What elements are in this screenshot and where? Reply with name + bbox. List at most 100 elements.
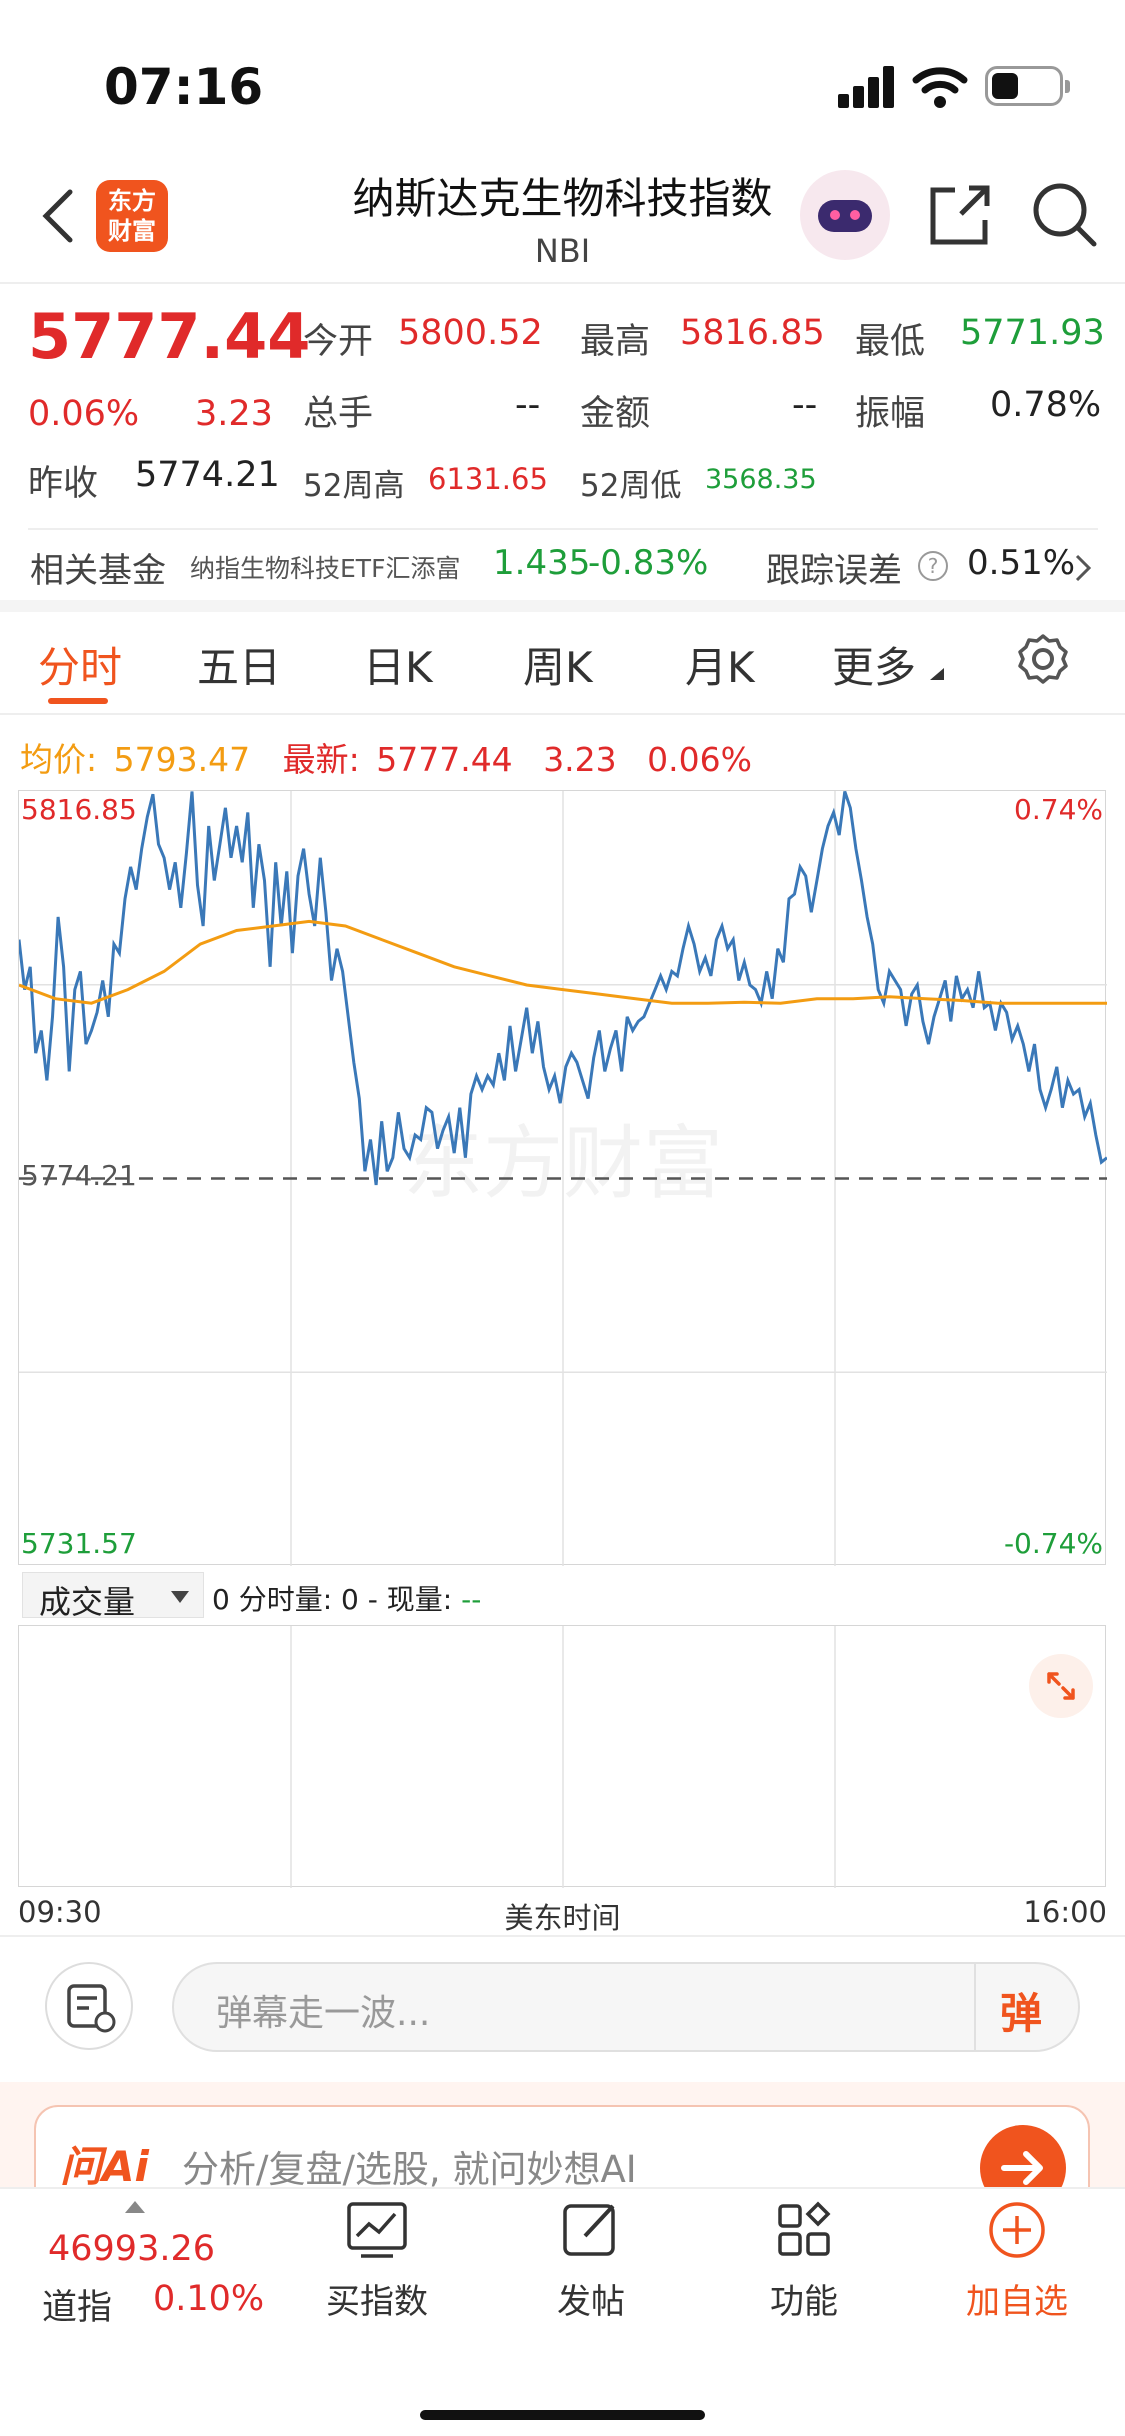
wk52-high-label: 52周高 <box>303 468 405 504</box>
tab-weekly-k[interactable]: 周K <box>523 634 593 695</box>
chart-legend: 均价: 5793.47 最新: 5777.44 3.23 0.06% <box>20 733 752 781</box>
add-circle-icon <box>989 2202 1045 2258</box>
high-label: 最高 <box>580 322 651 362</box>
header-divider <box>0 282 1125 284</box>
intraday-chart-svg: 东方财富 <box>19 791 1107 1566</box>
volume-info: 0 分时量: 0 - 现量: -- <box>212 1578 481 1618</box>
danmu-placeholder: 弹幕走一波... <box>216 1993 431 2034</box>
ai-brand-logo: 问Ai <box>60 2142 149 2191</box>
x-axis-end: 16:00 <box>1023 1895 1107 1929</box>
wk52-high-value: 6131.65 <box>428 462 548 496</box>
intraday-chart[interactable]: 东方财富 5816.85 0.74% 5774.21 5731.57 -0.74… <box>18 790 1107 1566</box>
tracking-error-label: 跟踪误差 <box>766 551 902 591</box>
chart-bottom-divider <box>0 1935 1125 1937</box>
y-axis-bottom-right: -0.74% <box>1003 1527 1103 1560</box>
amplitude-value: 0.78% <box>990 385 1102 425</box>
grid-apps-icon <box>778 2201 831 2256</box>
dow-index-value: 46993.26 <box>48 2229 216 2269</box>
volume-info-value: -- <box>461 1583 482 1616</box>
chevron-right-icon <box>1075 554 1092 582</box>
section-gap <box>0 600 1125 612</box>
post-button[interactable]: 发帖 <box>521 2200 661 2323</box>
related-fund-price: 1.435 <box>493 543 591 583</box>
y-axis-mid-left: 5774.21 <box>21 1159 137 1192</box>
tab-monthly-k[interactable]: 月K <box>685 634 755 695</box>
danmu-input[interactable]: 弹幕走一波... 弹 <box>172 1962 1080 2052</box>
change-value: 3.23 <box>195 394 273 434</box>
caret-up-icon <box>125 2201 145 2213</box>
dropdown-arrow-icon <box>171 1591 189 1603</box>
wk52-low-value: 3568.35 <box>705 464 817 495</box>
open-value: 5800.52 <box>398 313 543 353</box>
post-label: 发帖 <box>557 2282 625 2322</box>
add-watchlist-label: 加自选 <box>966 2282 1068 2322</box>
edit-post-icon <box>563 2204 615 2256</box>
latest-change: 3.23 <box>543 740 617 779</box>
avg-label: 均价: <box>20 740 98 779</box>
tracking-error-value: 0.51% <box>967 543 1076 583</box>
wifi-icon <box>912 67 968 108</box>
amount-label: 金额 <box>580 394 651 434</box>
dow-index-name: 道指 <box>42 2288 113 2328</box>
related-fund-label: 相关基金 <box>30 551 166 591</box>
share-icon[interactable] <box>925 180 995 250</box>
prev-close-label: 昨收 <box>28 464 99 504</box>
change-percent: 0.06% <box>28 394 140 434</box>
volume-chart-svg <box>290 1626 836 1888</box>
robot-assistant-icon[interactable] <box>800 170 890 260</box>
ai-placeholder: 分析/复盘/选股, 就问妙想AI <box>182 2148 637 2191</box>
quote-divider <box>28 528 1098 530</box>
current-price: 5777.44 <box>28 300 311 373</box>
battery-icon <box>985 66 1070 106</box>
notes-button[interactable] <box>45 1962 133 2050</box>
volume-chart <box>18 1625 1106 1888</box>
y-axis-bottom-left: 5731.57 <box>21 1527 137 1560</box>
prev-close-value: 5774.21 <box>135 455 280 495</box>
danmu-toggle-icon[interactable]: 弹 <box>1000 1980 1042 2041</box>
tab-intraday[interactable]: 分时 <box>38 634 122 695</box>
latest-label: 最新: <box>282 740 360 779</box>
expand-arrows-icon <box>1047 1672 1075 1700</box>
volume-label: 总手 <box>303 394 374 434</box>
features-button[interactable]: 功能 <box>734 2200 874 2323</box>
trend-chart-icon <box>347 2202 407 2258</box>
volume-info-text: 0 分时量: 0 - 现量: <box>212 1583 453 1616</box>
open-label: 今开 <box>303 322 374 362</box>
dropdown-triangle-icon <box>930 668 944 680</box>
wk52-low-label: 52周低 <box>580 468 682 504</box>
related-fund-row[interactable]: 相关基金 纳指生物科技ETF汇添富 1.435 -0.83% 跟踪误差 ? 0.… <box>0 535 1125 595</box>
latest-change-pct: 0.06% <box>647 740 753 779</box>
low-label: 最低 <box>855 322 926 362</box>
x-axis-middle: 美东时间 <box>504 1901 621 1935</box>
low-value: 5771.93 <box>960 313 1105 353</box>
amplitude-label: 振幅 <box>855 394 926 434</box>
help-icon[interactable]: ? <box>918 551 948 581</box>
tab-five-day[interactable]: 五日 <box>197 634 281 695</box>
volume-selector-label: 成交量 <box>39 1583 136 1621</box>
volume-selector[interactable]: 成交量 <box>22 1572 204 1621</box>
settings-gear-icon[interactable] <box>1016 632 1070 686</box>
latest-value: 5777.44 <box>376 740 513 779</box>
avg-value: 5793.47 <box>113 740 251 779</box>
add-watchlist-button[interactable]: 加自选 <box>947 2200 1087 2323</box>
high-value: 5816.85 <box>680 313 825 353</box>
buy-index-button[interactable]: 买指数 <box>307 2200 447 2323</box>
tab-more[interactable]: 更多 <box>832 634 916 695</box>
y-axis-top-left: 5816.85 <box>21 793 137 826</box>
home-indicator <box>420 2410 705 2420</box>
expand-chart-button[interactable] <box>1029 1654 1093 1718</box>
search-icon[interactable] <box>1030 180 1100 250</box>
amount-value: -- <box>792 385 818 425</box>
tabs-divider <box>0 713 1125 715</box>
active-tab-underline <box>48 698 108 704</box>
features-label: 功能 <box>770 2282 838 2322</box>
volume-value: -- <box>515 385 541 425</box>
notes-icon <box>67 1984 116 2033</box>
y-axis-top-right: 0.74% <box>1014 793 1103 826</box>
related-fund-name: 纳指生物科技ETF汇添富 <box>190 554 461 583</box>
buy-index-label: 买指数 <box>326 2282 428 2322</box>
tab-daily-k[interactable]: 日K <box>363 634 433 695</box>
danmu-divider <box>974 1964 976 2050</box>
related-fund-change: -0.83% <box>588 543 709 583</box>
cellular-signal-icon <box>838 64 896 108</box>
